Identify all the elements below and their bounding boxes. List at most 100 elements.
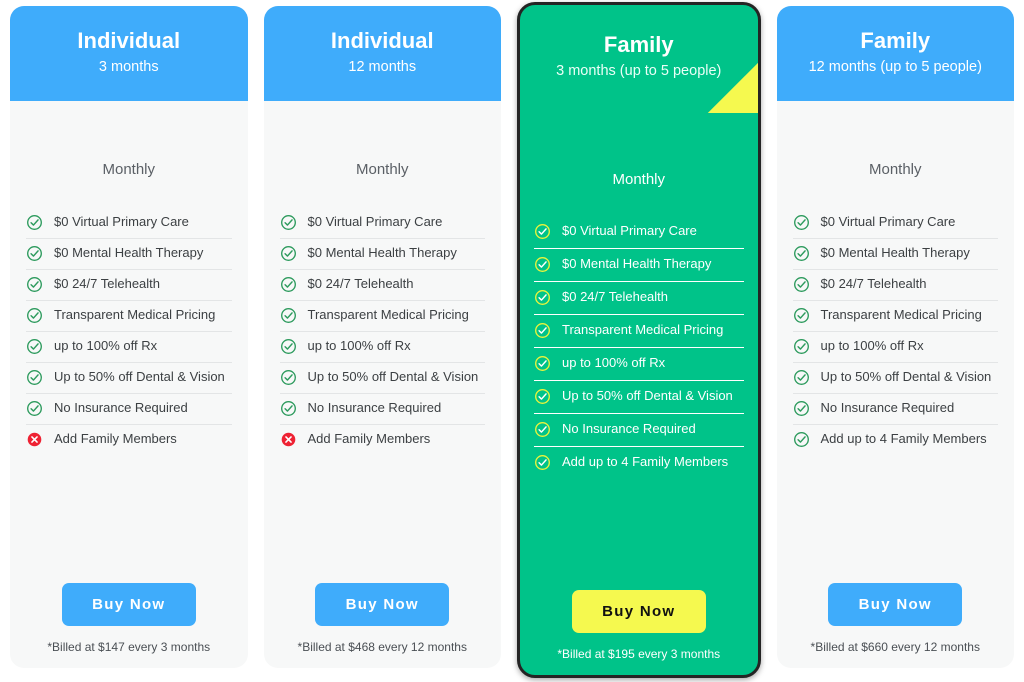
- feature-label: $0 Mental Health Therapy: [562, 256, 712, 272]
- check-circle-icon: [535, 389, 550, 404]
- feature-label: Up to 50% off Dental & Vision: [820, 369, 992, 385]
- feature-row: Add up to 4 Family Members: [793, 425, 999, 455]
- feature-label: $0 Virtual Primary Care: [54, 214, 189, 230]
- cross-circle-icon: [27, 432, 42, 447]
- plan-term: 12 months (up to 5 people): [808, 59, 982, 76]
- check-circle-icon: [793, 246, 809, 261]
- feature-label: Up to 50% off Dental & Vision: [562, 388, 733, 404]
- check-circle-icon: [535, 257, 550, 272]
- feature-label: Transparent Medical Pricing: [820, 307, 982, 323]
- feature-row: Add up to 4 Family Members: [534, 447, 744, 479]
- feature-label: Transparent Medical Pricing: [562, 322, 724, 338]
- feature-list: $0 Virtual Primary Care $0 Mental Health …: [10, 208, 248, 455]
- feature-label: Transparent Medical Pricing: [54, 307, 216, 323]
- feature-label: Add Family Members: [307, 431, 431, 447]
- check-circle-icon: [793, 370, 809, 385]
- card-footer: Buy Now *Billed at $660 every 12 months: [777, 559, 1015, 668]
- feature-row: up to 100% off Rx: [279, 332, 485, 363]
- feature-label: $0 Virtual Primary Care: [307, 214, 443, 230]
- card-header: Family 12 months (up to 5 people): [776, 6, 1014, 101]
- price-slot: [520, 111, 758, 171]
- feature-row: $0 Virtual Primary Care: [792, 208, 998, 239]
- check-circle-icon: [280, 339, 296, 354]
- billing-cadence: Monthly: [612, 171, 666, 188]
- feature-row: Up to 50% off Dental & Vision: [279, 363, 485, 394]
- check-circle-icon: [793, 401, 809, 416]
- feature-label: $0 24/7 Telehealth: [820, 276, 927, 292]
- feature-label: up to 100% off Rx: [307, 338, 411, 354]
- check-circle-icon: [793, 308, 809, 323]
- feature-row: $0 24/7 Telehealth: [26, 270, 232, 301]
- feature-row: up to 100% off Rx: [26, 332, 232, 363]
- check-circle-icon: [793, 215, 809, 230]
- feature-label: $0 24/7 Telehealth: [307, 276, 414, 292]
- pricing-plan-grid: Individual 3 months Monthly $0 Virtual Prim…: [0, 0, 1024, 682]
- plan-name: Individual: [330, 28, 434, 54]
- pricing-card: Family 3 months (up to 5 people) Monthly $0…: [517, 2, 761, 678]
- price-slot: [777, 101, 1015, 161]
- feature-row: $0 Mental Health Therapy: [279, 239, 485, 270]
- feature-row: $0 Mental Health Therapy: [26, 239, 232, 270]
- check-circle-icon: [27, 277, 42, 292]
- check-circle-icon: [27, 370, 42, 385]
- feature-list: $0 Virtual Primary Care $0 Mental Health …: [520, 216, 758, 479]
- feature-list: $0 Virtual Primary Care $0 Mental Health …: [264, 208, 502, 455]
- feature-row: up to 100% off Rx: [792, 332, 998, 363]
- feature-row: Up to 50% off Dental & Vision: [792, 363, 998, 394]
- feature-row: $0 24/7 Telehealth: [792, 270, 998, 301]
- plan-term: 12 months: [348, 59, 417, 76]
- card-footer: Buy Now *Billed at $195 every 3 months: [520, 568, 758, 675]
- price-slot: [264, 101, 502, 161]
- feature-label: No Insurance Required: [307, 400, 442, 416]
- feature-row: Transparent Medical Pricing: [534, 315, 744, 348]
- buy-now-button[interactable]: Buy Now: [828, 582, 963, 626]
- billing-note: *Billed at $195 every 3 months: [557, 646, 721, 661]
- plan-name: Family: [603, 31, 674, 57]
- feature-row: Add Family Members: [26, 425, 232, 455]
- billing-note: *Billed at $660 every 12 months: [810, 639, 980, 654]
- feature-label: Add up to 4 Family Members: [562, 454, 729, 470]
- check-circle-icon: [793, 277, 809, 292]
- check-circle-icon: [535, 455, 550, 470]
- card-header: Individual 12 months: [263, 6, 501, 101]
- plan-term: 3 months: [98, 59, 159, 76]
- feature-row: Transparent Medical Pricing: [279, 301, 485, 332]
- feature-label: $0 Virtual Primary Care: [820, 214, 956, 230]
- feature-row: No Insurance Required: [792, 394, 998, 425]
- check-circle-icon: [280, 308, 296, 323]
- feature-row: Up to 50% off Dental & Vision: [534, 381, 744, 414]
- check-circle-icon: [27, 401, 42, 416]
- feature-label: No Insurance Required: [820, 400, 955, 416]
- feature-label: Transparent Medical Pricing: [307, 307, 469, 323]
- buy-now-button[interactable]: Buy Now: [61, 582, 196, 626]
- billing-note: *Billed at $468 every 12 months: [297, 639, 467, 654]
- feature-row: No Insurance Required: [534, 414, 744, 447]
- feature-label: up to 100% off Rx: [820, 338, 924, 354]
- feature-row: Transparent Medical Pricing: [792, 301, 998, 332]
- cross-circle-icon: [281, 432, 295, 447]
- check-circle-icon: [793, 339, 809, 354]
- feature-label: up to 100% off Rx: [562, 355, 666, 371]
- buy-now-button[interactable]: Buy Now: [315, 582, 450, 626]
- feature-label: Up to 50% off Dental & Vision: [307, 369, 479, 385]
- feature-row: $0 24/7 Telehealth: [534, 282, 744, 315]
- plan-term: 3 months (up to 5 people): [556, 62, 722, 79]
- plan-name: Individual: [77, 28, 181, 54]
- card-footer: Buy Now *Billed at $468 every 12 months: [264, 559, 502, 668]
- check-circle-icon: [27, 246, 42, 261]
- feature-label: No Insurance Required: [562, 421, 696, 437]
- feature-row: $0 Mental Health Therapy: [534, 249, 744, 282]
- card-footer: Buy Now *Billed at $147 every 3 months: [10, 559, 248, 668]
- check-circle-icon: [535, 323, 550, 338]
- feature-row: $0 Mental Health Therapy: [792, 239, 998, 270]
- check-circle-icon: [535, 356, 550, 371]
- check-circle-icon: [793, 432, 809, 447]
- feature-row: Transparent Medical Pricing: [26, 301, 232, 332]
- pricing-card: Individual 3 months Monthly $0 Virtual Prim…: [10, 6, 248, 668]
- feature-label: Add up to 4 Family Members: [820, 431, 987, 447]
- check-circle-icon: [535, 422, 550, 437]
- card-header: Individual 3 months: [10, 6, 248, 101]
- feature-label: Add Family Members: [54, 431, 177, 447]
- buy-now-button[interactable]: Buy Now: [571, 589, 706, 633]
- feature-label: No Insurance Required: [54, 400, 188, 416]
